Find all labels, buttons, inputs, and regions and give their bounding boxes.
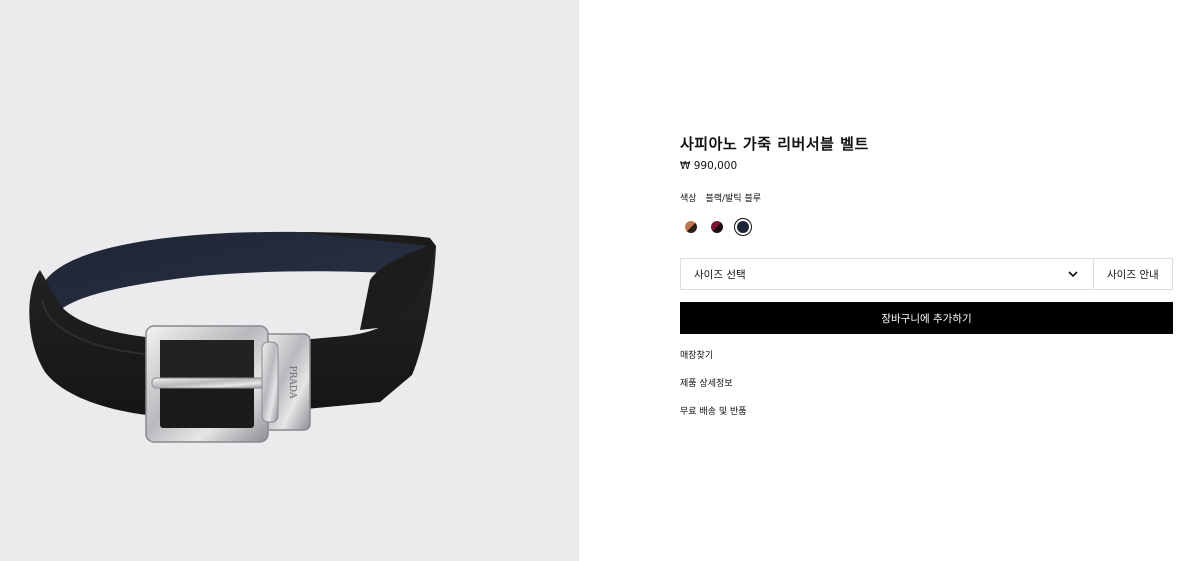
size-guide-label: 사이즈 안내 (1107, 269, 1159, 281)
add-to-cart-button[interactable]: 장바구니에 추가하기 (680, 302, 1173, 334)
size-select-label: 사이즈 선택 (694, 269, 746, 281)
product-image-panel: PRADA (0, 0, 579, 561)
color-swatches (680, 218, 880, 236)
chevron-down-icon (1068, 271, 1078, 278)
color-row: 색상 블랙/발틱 블루 (680, 191, 767, 204)
store-locator-link[interactable]: 매장찾기 (680, 348, 713, 361)
swatch-burgundy-black[interactable] (708, 218, 726, 236)
product-details-link[interactable]: 제품 상세정보 (680, 376, 733, 389)
color-label: 색상 (680, 194, 697, 204)
size-select[interactable]: 사이즈 선택 (681, 259, 1093, 289)
shipping-returns-link[interactable]: 무료 배송 및 반품 (680, 404, 747, 417)
product-price: ₩ 990,000 (680, 160, 738, 172)
color-value: 블랙/발틱 블루 (705, 194, 762, 204)
belt-logo: PRADA (287, 365, 297, 399)
swatch-brown-black[interactable] (682, 218, 700, 236)
belt-image: PRADA (29, 231, 437, 443)
swatch-black-baltic-blue[interactable] (734, 218, 752, 236)
product-title: 사피아노 가죽 리버서블 벨트 (680, 135, 869, 153)
size-guide-button[interactable]: 사이즈 안내 (1093, 259, 1173, 289)
size-row: 사이즈 선택 사이즈 안내 (680, 258, 1173, 290)
